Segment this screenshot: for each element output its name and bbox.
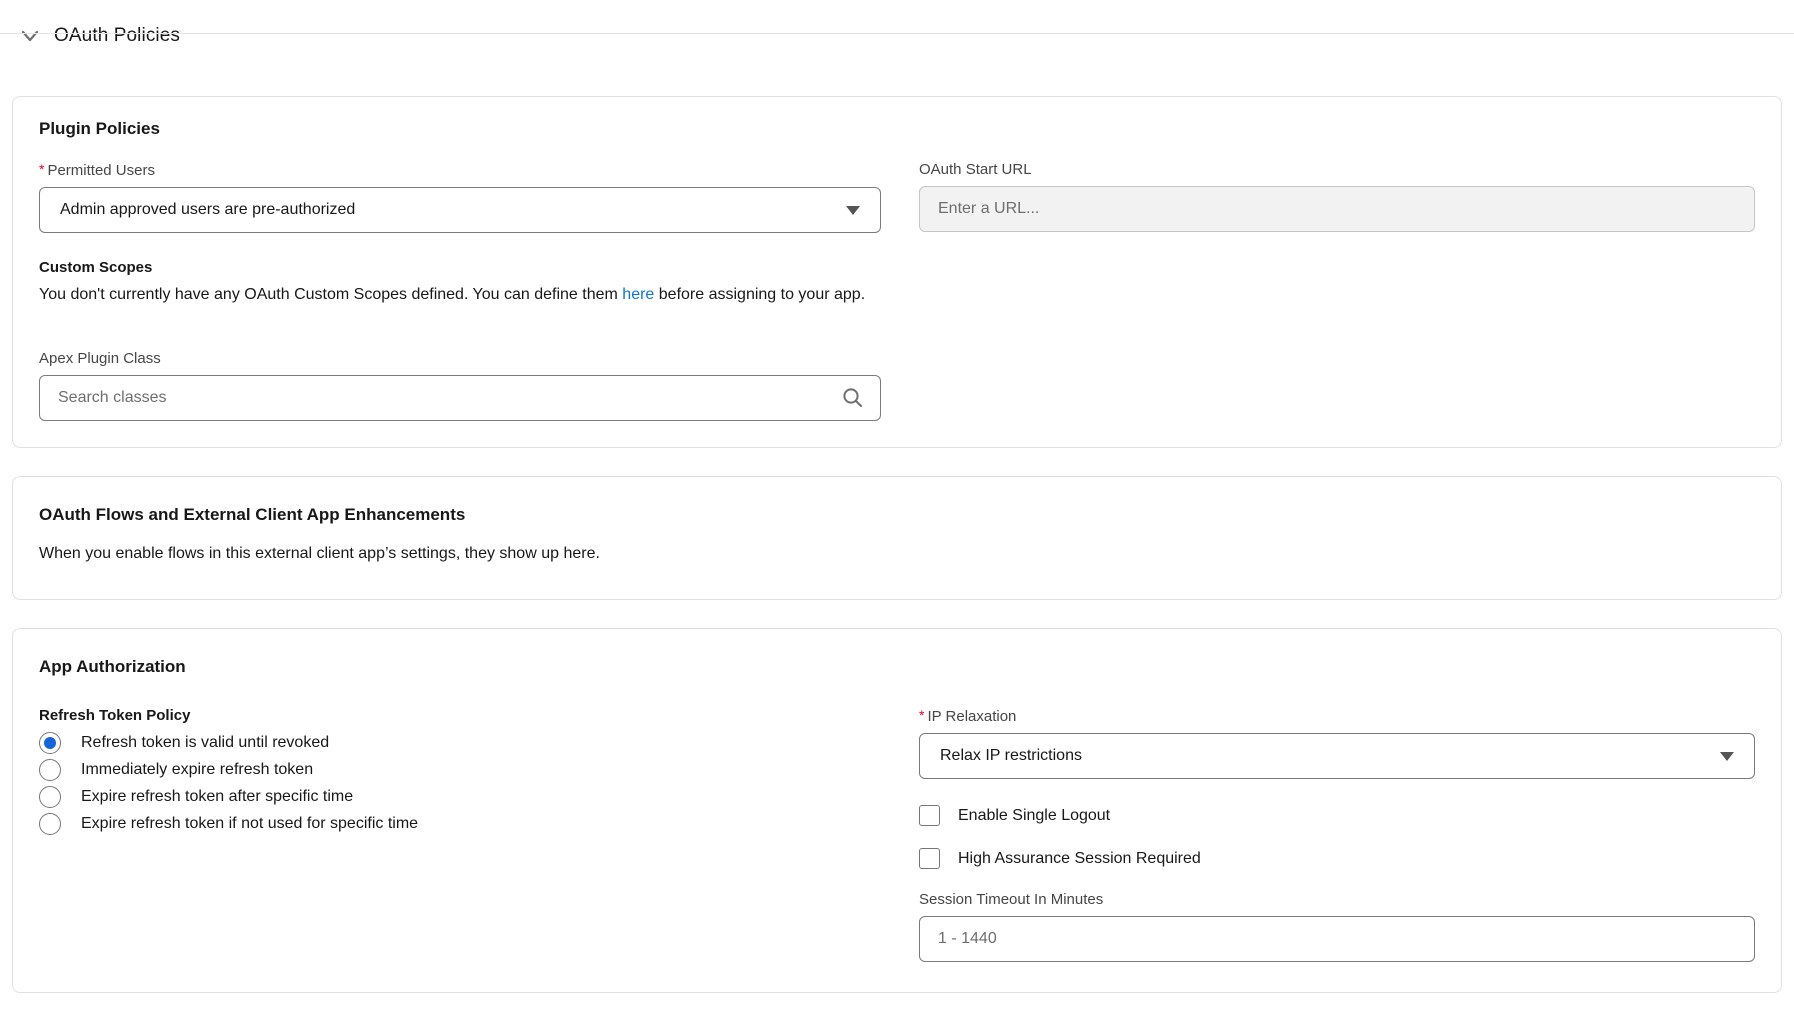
refresh-token-policy-radio-group: Refresh token is valid until revoked Imm… (39, 732, 881, 835)
plugin-policies-card: Plugin Policies *Permitted Users Admin a… (12, 96, 1782, 448)
enable-single-logout-option[interactable]: Enable Single Logout (919, 805, 1755, 826)
oauth-start-url-input (919, 186, 1755, 232)
permitted-users-label: *Permitted Users (39, 161, 881, 179)
custom-scopes-here-link[interactable]: here (622, 286, 654, 303)
oauth-flows-description: When you enable flows in this external c… (39, 545, 1755, 563)
permitted-users-value: Admin approved users are pre-authorized (60, 201, 355, 219)
oauth-policies-section-toggle[interactable]: OAuth Policies (18, 24, 1794, 48)
custom-scopes-heading: Custom Scopes (39, 259, 1755, 276)
apex-plugin-class-search (39, 375, 881, 421)
radio-button-icon[interactable] (39, 732, 61, 754)
radio-option[interactable]: Immediately expire refresh token (39, 759, 881, 781)
custom-scopes-description: You don't currently have any OAuth Custo… (39, 284, 1755, 306)
radio-button-icon[interactable] (39, 786, 61, 808)
section-divider (0, 33, 1794, 34)
radio-button-icon[interactable] (39, 813, 61, 835)
radio-button-icon[interactable] (39, 759, 61, 781)
apex-plugin-class-label: Apex Plugin Class (39, 350, 1755, 367)
app-authorization-heading: App Authorization (39, 657, 1755, 677)
checkbox-icon[interactable] (919, 848, 940, 869)
ip-relaxation-label: *IP Relaxation (919, 707, 1755, 725)
checkbox-icon[interactable] (919, 805, 940, 826)
session-timeout-label: Session Timeout In Minutes (919, 891, 1755, 908)
oauth-start-url-field: OAuth Start URL (919, 161, 1755, 232)
apex-plugin-class-search-input[interactable] (39, 375, 881, 421)
app-authorization-card: App Authorization Refresh Token Policy R… (12, 628, 1782, 993)
high-assurance-session-option[interactable]: High Assurance Session Required (919, 848, 1755, 869)
oauth-start-url-label: OAuth Start URL (919, 161, 1755, 178)
page-title: OAuth Policies (54, 25, 180, 47)
ip-relaxation-combobox[interactable]: Relax IP restrictions (919, 733, 1755, 779)
dropdown-arrow-icon (846, 206, 860, 215)
oauth-flows-heading: OAuth Flows and External Client App Enha… (39, 505, 1755, 525)
required-asterisk: * (39, 161, 44, 177)
plugin-policies-heading: Plugin Policies (39, 119, 1755, 139)
radio-option[interactable]: Expire refresh token if not used for spe… (39, 813, 881, 835)
app-authorization-right-column: *IP Relaxation Relax IP restrictions Ena… (919, 707, 1755, 962)
permitted-users-combobox[interactable]: Admin approved users are pre-authorized (39, 187, 881, 233)
ip-relaxation-value: Relax IP restrictions (940, 747, 1082, 765)
permitted-users-field: *Permitted Users Admin approved users ar… (39, 161, 881, 233)
session-timeout-input[interactable] (919, 916, 1755, 962)
chevron-down-icon[interactable] (18, 24, 42, 48)
refresh-token-policy-field: Refresh Token Policy Refresh token is va… (39, 707, 881, 840)
required-asterisk: * (919, 707, 924, 723)
dropdown-arrow-icon (1720, 752, 1734, 761)
oauth-flows-card: OAuth Flows and External Client App Enha… (12, 476, 1782, 600)
radio-option[interactable]: Expire refresh token after specific time (39, 786, 881, 808)
refresh-token-policy-label: Refresh Token Policy (39, 707, 881, 724)
radio-option[interactable]: Refresh token is valid until revoked (39, 732, 881, 754)
